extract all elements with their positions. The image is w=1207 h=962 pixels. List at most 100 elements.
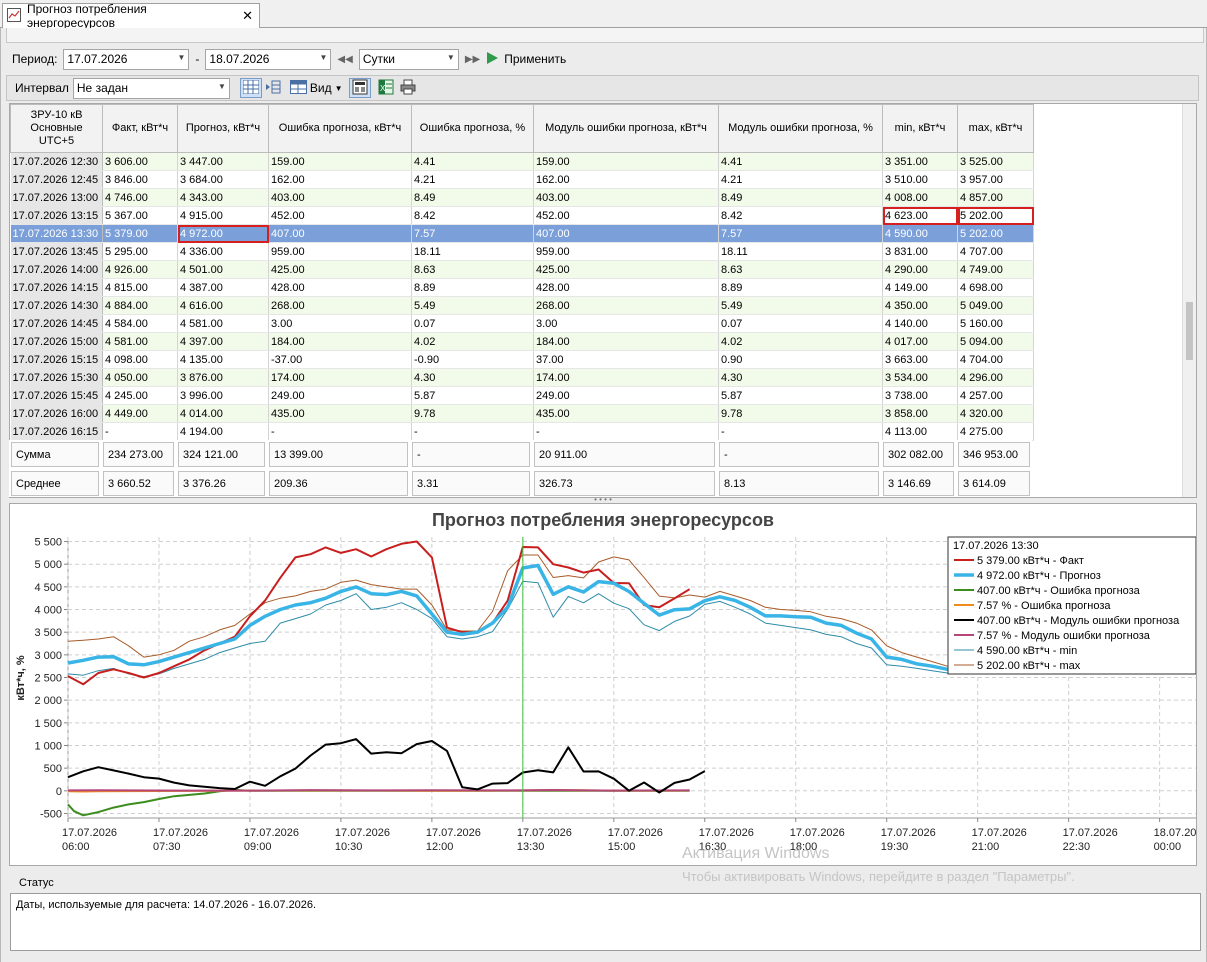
table-cell[interactable]: 4 884.00 <box>102 296 178 315</box>
table-cell[interactable]: 4 749.00 <box>957 260 1034 279</box>
table-cell[interactable]: 4.21 <box>411 170 534 189</box>
chevron-down-icon[interactable]: ▼ <box>178 53 186 62</box>
table-cell[interactable]: 5 367.00 <box>102 206 178 225</box>
table-cell[interactable]: 3 858.00 <box>882 404 958 423</box>
table-row[interactable]: 17.07.2026 13:30 5 379.00 4 972.00 407.00 7.… <box>10 224 1034 243</box>
table-cell[interactable]: 0.07 <box>411 314 534 333</box>
table-row[interactable]: 17.07.2026 15:00 4 581.00 4 397.00 184.00 4.… <box>10 332 1034 351</box>
table-cell[interactable]: 4 017.00 <box>882 332 958 351</box>
table-row[interactable]: 17.07.2026 14:15 4 815.00 4 387.00 428.00 8.… <box>10 278 1034 297</box>
table-row[interactable]: 17.07.2026 15:15 4 098.00 4 135.00 -37.00 -0… <box>10 350 1034 369</box>
column-chooser-button[interactable] <box>348 78 371 98</box>
table-cell[interactable]: 452.00 <box>533 206 719 225</box>
table-cell[interactable]: 435.00 <box>533 404 719 423</box>
row-timestamp[interactable]: 17.07.2026 12:45 <box>10 170 103 189</box>
export-excel-button[interactable]: X <box>375 78 397 98</box>
row-timestamp[interactable]: 17.07.2026 13:15 <box>10 206 103 225</box>
column-header[interactable]: Ошибка прогноза, % <box>411 104 534 153</box>
table-cell[interactable]: 4.41 <box>718 152 883 171</box>
chevron-down-icon[interactable]: ▼ <box>320 53 328 62</box>
table-cell[interactable]: 4 290.00 <box>882 260 958 279</box>
row-timestamp[interactable]: 17.07.2026 14:00 <box>10 260 103 279</box>
column-header[interactable]: ЗРУ-10 кВ Основные UTC+5 <box>10 104 103 153</box>
table-cell[interactable]: 174.00 <box>268 368 412 387</box>
table-cell[interactable]: 162.00 <box>533 170 719 189</box>
apply-button[interactable]: Применить <box>486 51 566 68</box>
print-button[interactable] <box>397 78 419 98</box>
table-cell[interactable]: 4.02 <box>718 332 883 351</box>
table-row[interactable]: 17.07.2026 14:00 4 926.00 4 501.00 425.00 8.… <box>10 260 1034 279</box>
table-cell[interactable]: 4 098.00 <box>102 350 178 369</box>
table-row[interactable]: 17.07.2026 14:30 4 884.00 4 616.00 268.00 5.… <box>10 296 1034 315</box>
table-cell[interactable]: 4 008.00 <box>882 188 958 207</box>
row-timestamp[interactable]: 17.07.2026 13:45 <box>10 242 103 261</box>
table-cell[interactable]: 403.00 <box>268 188 412 207</box>
table-cell[interactable]: 4 149.00 <box>882 278 958 297</box>
table-cell[interactable]: 4 704.00 <box>957 350 1034 369</box>
period-from-field[interactable]: 17.07.2026 ▼ <box>63 48 190 70</box>
table-cell[interactable]: 3.00 <box>533 314 719 333</box>
column-header[interactable]: Факт, кВт*ч <box>102 104 178 153</box>
column-header[interactable]: Модуль ошибки прогноза, кВт*ч <box>533 104 719 153</box>
table-cell[interactable]: 407.00 <box>268 224 412 243</box>
table-cell[interactable]: 4.02 <box>411 332 534 351</box>
prev-period-icon[interactable]: ◀◀ <box>337 54 352 65</box>
table-cell[interactable]: 3 876.00 <box>177 368 269 387</box>
chevron-down-icon[interactable]: ▼ <box>447 53 455 62</box>
table-row[interactable]: 17.07.2026 13:00 4 746.00 4 343.00 403.00 8.… <box>10 188 1034 207</box>
table-cell[interactable]: 3 957.00 <box>957 170 1034 189</box>
table-cell[interactable]: 8.89 <box>718 278 883 297</box>
table-cell[interactable]: 407.00 <box>533 224 719 243</box>
table-cell[interactable]: 5 094.00 <box>957 332 1034 351</box>
table-cell[interactable]: 4 584.00 <box>102 314 178 333</box>
table-cell[interactable]: 5.49 <box>411 296 534 315</box>
table-cell[interactable]: 959.00 <box>533 242 719 261</box>
table-cell[interactable]: 8.63 <box>718 260 883 279</box>
table-cell[interactable]: 428.00 <box>268 278 412 297</box>
table-cell[interactable]: 5.49 <box>718 296 883 315</box>
table-cell[interactable]: 425.00 <box>533 260 719 279</box>
table-cell[interactable]: 5 202.00 <box>957 206 1034 225</box>
table-cell[interactable]: 4 257.00 <box>957 386 1034 405</box>
table-cell[interactable]: - <box>102 422 178 441</box>
row-timestamp[interactable]: 17.07.2026 16:15 <box>10 422 103 441</box>
chevron-down-icon[interactable]: ▼ <box>218 82 226 91</box>
table-cell[interactable]: 0.90 <box>718 350 883 369</box>
table-row[interactable]: 17.07.2026 14:45 4 584.00 4 581.00 3.00 0.07… <box>10 314 1034 333</box>
table-cell[interactable]: 4 350.00 <box>882 296 958 315</box>
row-timestamp[interactable]: 17.07.2026 15:00 <box>10 332 103 351</box>
table-cell[interactable]: -0.90 <box>411 350 534 369</box>
table-cell[interactable]: 8.63 <box>411 260 534 279</box>
table-cell[interactable]: 8.42 <box>411 206 534 225</box>
table-cell[interactable]: 8.49 <box>718 188 883 207</box>
table-row[interactable]: 17.07.2026 12:30 3 606.00 3 447.00 159.00 4.… <box>10 152 1034 171</box>
row-timestamp[interactable]: 17.07.2026 14:45 <box>10 314 103 333</box>
view-menu-button[interactable]: Вид ▼ <box>289 79 343 97</box>
table-cell[interactable]: 4 245.00 <box>102 386 178 405</box>
table-cell[interactable]: 37.00 <box>533 350 719 369</box>
table-cell[interactable]: 184.00 <box>268 332 412 351</box>
table-cell[interactable]: 4 857.00 <box>957 188 1034 207</box>
close-icon[interactable]: ✕ <box>242 8 253 24</box>
column-header[interactable]: Ошибка прогноза, кВт*ч <box>268 104 412 153</box>
table-cell[interactable]: 5 202.00 <box>957 224 1034 243</box>
table-cell[interactable]: 4 113.00 <box>882 422 958 441</box>
table-cell[interactable]: 403.00 <box>533 188 719 207</box>
table-cell[interactable]: 425.00 <box>268 260 412 279</box>
table-cell[interactable]: 3 510.00 <box>882 170 958 189</box>
table-cell[interactable]: 4 581.00 <box>102 332 178 351</box>
table-cell[interactable]: 4 590.00 <box>882 224 958 243</box>
table-cell[interactable]: 8.49 <box>411 188 534 207</box>
columns-view-button[interactable] <box>239 78 262 98</box>
table-cell[interactable]: 4 698.00 <box>957 278 1034 297</box>
table-cell[interactable]: 4 581.00 <box>177 314 269 333</box>
table-cell[interactable]: 18.11 <box>411 242 534 261</box>
table-cell[interactable]: 4 194.00 <box>177 422 269 441</box>
table-cell[interactable]: - <box>411 422 534 441</box>
table-cell[interactable]: 4 275.00 <box>957 422 1034 441</box>
table-cell[interactable]: 8.89 <box>411 278 534 297</box>
table-cell[interactable]: 4 397.00 <box>177 332 269 351</box>
table-cell[interactable]: 3 525.00 <box>957 152 1034 171</box>
table-cell[interactable]: 5 160.00 <box>957 314 1034 333</box>
table-cell[interactable]: 4.21 <box>718 170 883 189</box>
